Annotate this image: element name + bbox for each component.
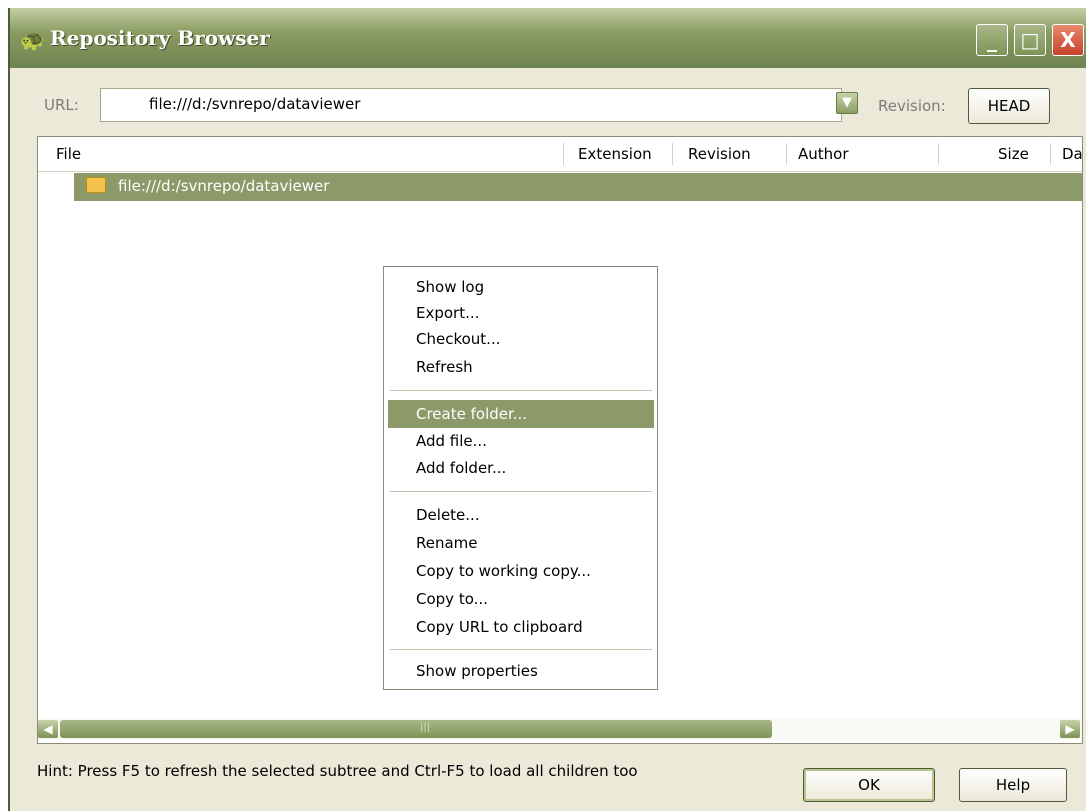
close-icon: X <box>1060 28 1076 52</box>
column-extension[interactable]: Extension <box>578 145 652 163</box>
url-value: file:///d:/svnrepo/dataviewer <box>149 95 361 113</box>
menu-item-rename[interactable]: Rename <box>388 529 654 557</box>
window-title: Repository Browser <box>50 26 270 50</box>
minimize-icon: _ <box>987 28 997 52</box>
menu-item-copy-to[interactable]: Copy to... <box>388 585 654 613</box>
scrollbar-thumb[interactable]: ||| <box>60 720 772 738</box>
menu-item-add-folder[interactable]: Add folder... <box>388 454 654 482</box>
menu-separator <box>390 491 652 492</box>
menu-item-add-file[interactable]: Add file... <box>388 427 654 455</box>
grip-icon: ||| <box>420 722 431 733</box>
folder-icon <box>86 177 106 193</box>
menu-separator <box>390 649 652 650</box>
scroll-left-button[interactable]: ◀ <box>38 720 58 738</box>
column-revision[interactable]: Revision <box>688 145 751 163</box>
chevron-down-icon: ▼ <box>842 95 852 110</box>
url-combobox[interactable]: file:///d:/svnrepo/dataviewer <box>100 88 842 122</box>
scroll-right-button[interactable]: ▶ <box>1060 720 1080 738</box>
menu-item-show-properties[interactable]: Show properties <box>388 657 654 685</box>
menu-item-show-log[interactable]: Show log <box>388 273 654 301</box>
column-date[interactable]: Da <box>1062 145 1082 163</box>
maximize-button[interactable]: □ <box>1014 24 1046 56</box>
column-file[interactable]: File <box>56 145 81 163</box>
column-author[interactable]: Author <box>798 145 849 163</box>
url-dropdown-button[interactable]: ▼ <box>836 92 858 114</box>
revision-label: Revision: <box>878 97 946 115</box>
url-label: URL: <box>44 96 79 114</box>
tortoise-icon: 🐢 <box>20 28 45 52</box>
hint-text: Hint: Press F5 to refresh the selected s… <box>37 762 638 780</box>
menu-item-checkout[interactable]: Checkout... <box>388 325 654 353</box>
context-menu: Show log Export... Checkout... Refresh C… <box>383 266 658 690</box>
menu-separator <box>390 390 652 391</box>
menu-item-delete[interactable]: Delete... <box>388 501 654 529</box>
arrow-left-icon: ◀ <box>43 722 53 736</box>
maximize-icon: □ <box>1020 28 1040 52</box>
title-bar[interactable]: 🐢 Repository Browser _ □ X <box>10 8 1086 68</box>
menu-item-copy-to-working-copy[interactable]: Copy to working copy... <box>388 557 654 585</box>
menu-item-export[interactable]: Export... <box>388 299 654 327</box>
arrow-right-icon: ▶ <box>1065 722 1075 736</box>
column-header: File Extension Revision Author Size Da <box>38 137 1082 172</box>
menu-item-create-folder[interactable]: Create folder... <box>388 400 654 428</box>
menu-item-refresh[interactable]: Refresh <box>388 353 654 381</box>
menu-item-copy-url[interactable]: Copy URL to clipboard <box>388 613 654 641</box>
help-button[interactable]: Help <box>959 768 1067 802</box>
minimize-button[interactable]: _ <box>976 24 1008 56</box>
revision-button[interactable]: HEAD <box>968 88 1050 124</box>
column-size[interactable]: Size <box>998 145 1029 163</box>
horizontal-scrollbar[interactable]: ◀ ||| ▶ <box>38 718 1082 740</box>
ok-button[interactable]: OK <box>803 768 935 802</box>
tree-root-label: file:///d:/svnrepo/dataviewer <box>118 177 330 195</box>
tree-row-root[interactable]: file:///d:/svnrepo/dataviewer <box>74 173 1082 201</box>
close-button[interactable]: X <box>1052 24 1084 56</box>
